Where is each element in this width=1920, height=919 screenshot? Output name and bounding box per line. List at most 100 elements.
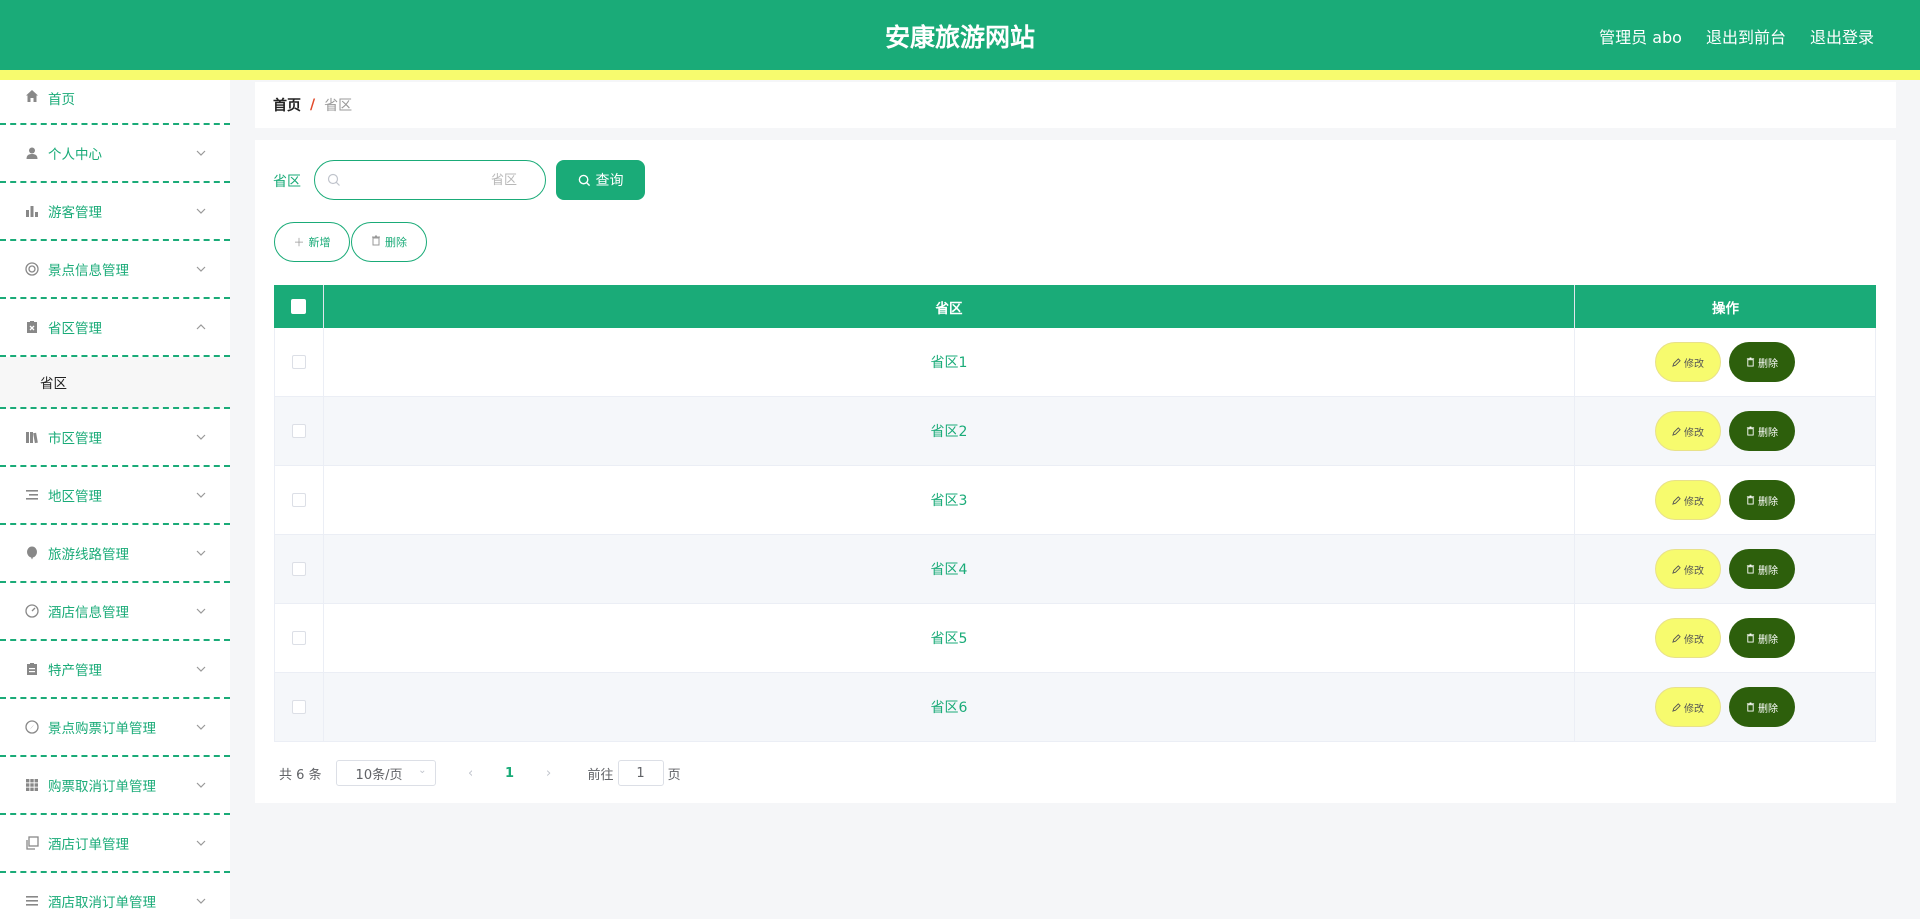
sidebar-item-tourist-management[interactable]: 游客管理: [0, 183, 230, 241]
search-icon: [578, 174, 590, 186]
breadcrumb-separator: /: [310, 97, 316, 113]
edit-button[interactable]: 修改: [1655, 687, 1721, 727]
aperture-icon: [24, 261, 40, 277]
prev-page-button[interactable]: ‹: [458, 766, 484, 781]
row-actions: 修改 删除: [1575, 604, 1875, 672]
delete-button[interactable]: 删除: [1729, 687, 1795, 727]
sidebar: 首页 个人中心 游客管理 景点信息管理 省区管理 省区 市区管理 地区管理 旅游…: [0, 80, 230, 919]
search-label: 省区: [273, 174, 301, 190]
row-checkbox[interactable]: [292, 424, 306, 438]
province-name-cell: 省区2: [324, 397, 1575, 465]
delete-button-label: 删除: [1758, 565, 1778, 577]
delete-button[interactable]: 删除: [1729, 411, 1795, 451]
table-row: 省区1 修改 删除: [274, 328, 1876, 397]
trash-icon: [1746, 702, 1755, 712]
sidebar-item-label: 购票取消订单管理: [48, 779, 156, 795]
breadcrumb: 首页 / 省区: [255, 82, 1896, 128]
admin-user-label: 管理员 abo: [1599, 28, 1682, 47]
chevron-down-icon: [194, 778, 208, 792]
chevron-down-icon: ⌄: [418, 765, 427, 776]
trash-icon: [371, 235, 381, 249]
select-all-cell: [274, 285, 324, 328]
trash-icon: [1746, 633, 1755, 643]
province-name-cell: 省区1: [324, 328, 1575, 396]
goto-suffix: 页: [667, 767, 681, 783]
sidebar-item-hotel-cancel-management[interactable]: 酒店取消订单管理: [0, 873, 230, 919]
row-checkbox-cell: [275, 604, 324, 672]
sidebar-item-province-management[interactable]: 省区管理: [0, 299, 230, 357]
delete-button[interactable]: 删除: [1729, 618, 1795, 658]
edit-icon: [1672, 564, 1681, 574]
search-icon: [327, 173, 341, 187]
page-number[interactable]: 1: [484, 766, 536, 781]
query-button[interactable]: 查询: [556, 160, 645, 200]
row-checkbox[interactable]: [292, 493, 306, 507]
add-button-label: 新增: [308, 236, 331, 249]
logout-link[interactable]: 退出登录: [1810, 24, 1874, 48]
edit-button[interactable]: 修改: [1655, 618, 1721, 658]
plus-icon: ＋: [293, 236, 305, 249]
grid-icon: [24, 777, 40, 793]
row-actions: 修改 删除: [1575, 466, 1875, 534]
sidebar-item-hotel-order-management[interactable]: 酒店订单管理: [0, 815, 230, 873]
delete-button[interactable]: 删除: [1729, 480, 1795, 520]
chevron-down-icon: [194, 262, 208, 276]
search-input[interactable]: [341, 172, 521, 188]
clipboard-icon: [24, 661, 40, 677]
edit-button[interactable]: 修改: [1655, 411, 1721, 451]
table-row: 省区3 修改 删除: [274, 466, 1876, 535]
sidebar-item-home[interactable]: 首页: [0, 80, 230, 125]
balloon-icon: [24, 545, 40, 561]
province-table: 省区 操作 省区1 修改 删除 省区2 修改 删除 省区3 修改 删除 省区4 修改 删除 省区5 修改删…: [274, 285, 1876, 742]
pagination: 共 6 条 10条/页 ⌄ ‹ 1 › 前往 页: [279, 760, 681, 786]
table-body: 省区1 修改 删除 省区2 修改 删除 省区3 修改 删除 省区4 修改 删除 省区5 修改 删除 省区6 修改…: [274, 328, 1876, 742]
user-icon: [24, 145, 40, 161]
breadcrumb-home[interactable]: 首页: [273, 95, 301, 115]
edit-button[interactable]: 修改: [1655, 342, 1721, 382]
sidebar-item-ticket-order-management[interactable]: 景点购票订单管理: [0, 699, 230, 757]
delete-button[interactable]: 删除: [1729, 342, 1795, 382]
row-actions: 修改 删除: [1575, 328, 1875, 396]
edit-button[interactable]: 修改: [1655, 549, 1721, 589]
sidebar-item-label: 首页: [48, 92, 75, 108]
sidebar-item-city-management[interactable]: 市区管理: [0, 409, 230, 467]
sidebar-subitem-province[interactable]: 省区: [0, 357, 230, 409]
row-checkbox[interactable]: [292, 631, 306, 645]
select-all-checkbox[interactable]: [291, 299, 306, 314]
sidebar-item-specialty-management[interactable]: 特产管理: [0, 641, 230, 699]
sidebar-item-personal-center[interactable]: 个人中心: [0, 125, 230, 183]
gauge-icon: [24, 603, 40, 619]
sidebar-item-region-management[interactable]: 地区管理: [0, 467, 230, 525]
chevron-down-icon: [194, 430, 208, 444]
batch-delete-button[interactable]: 删除: [351, 222, 427, 262]
sidebar-item-hotel-management[interactable]: 酒店信息管理: [0, 583, 230, 641]
province-name-cell: 省区4: [324, 535, 1575, 603]
search-field[interactable]: [314, 160, 546, 200]
row-checkbox[interactable]: [292, 700, 306, 714]
compass-icon: [24, 719, 40, 735]
pagination-total: 共 6 条: [279, 767, 322, 783]
home-icon: [24, 88, 40, 104]
row-checkbox[interactable]: [292, 355, 306, 369]
sidebar-item-label: 酒店信息管理: [48, 605, 129, 621]
edit-icon: [1672, 495, 1681, 505]
delete-button-label: 删除: [1758, 703, 1778, 715]
edit-button[interactable]: 修改: [1655, 480, 1721, 520]
sidebar-item-route-management[interactable]: 旅游线路管理: [0, 525, 230, 583]
goto-page-input[interactable]: [617, 760, 664, 786]
delete-button[interactable]: 删除: [1729, 549, 1795, 589]
chevron-down-icon: [194, 146, 208, 160]
edit-button-label: 修改: [1684, 634, 1704, 646]
add-button[interactable]: ＋ 新增: [274, 222, 350, 262]
page-size-select[interactable]: 10条/页 ⌄: [335, 760, 436, 786]
goto-label: 前往: [587, 767, 614, 783]
exit-to-front-link[interactable]: 退出到前台: [1706, 24, 1786, 48]
sidebar-item-label: 景点信息管理: [48, 263, 129, 279]
sidebar-item-attraction-management[interactable]: 景点信息管理: [0, 241, 230, 299]
row-checkbox[interactable]: [292, 562, 306, 576]
chevron-up-icon: [194, 320, 208, 334]
sidebar-item-label: 市区管理: [48, 431, 102, 447]
sidebar-item-ticket-cancel-management[interactable]: 购票取消订单管理: [0, 757, 230, 815]
next-page-button[interactable]: ›: [536, 766, 562, 781]
row-actions: 修改 删除: [1575, 673, 1875, 741]
